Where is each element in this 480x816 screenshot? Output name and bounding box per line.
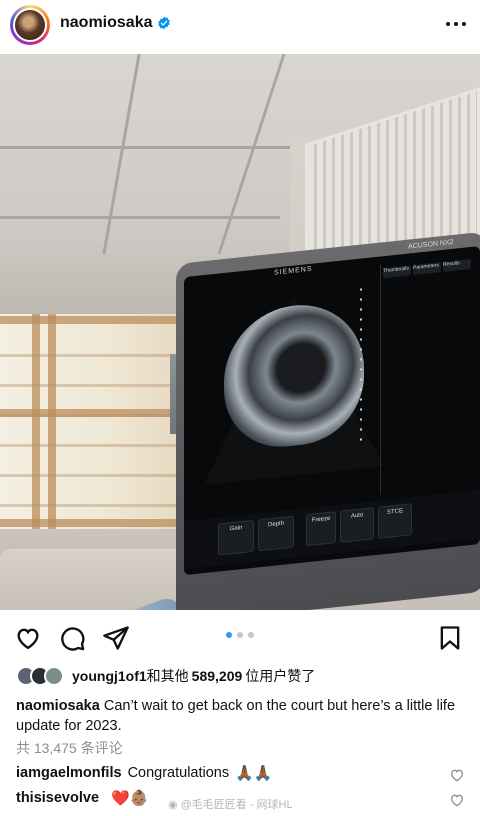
share-icon[interactable] [102, 624, 130, 652]
screen-control: Depth [258, 515, 294, 552]
ceiling-grid-line [0, 216, 280, 219]
post-header: naomiosaka [0, 0, 480, 50]
comment-like-icon[interactable] [449, 767, 465, 783]
comment-author[interactable]: thisisevolve [16, 790, 99, 806]
screen-control: STCE [378, 503, 412, 539]
liker-avatars [16, 665, 66, 687]
carousel-dot [237, 632, 243, 638]
comment-author[interactable]: iamgaelmonfils [16, 765, 122, 781]
window-frame [48, 314, 56, 529]
screen-control: Freeze [306, 511, 336, 547]
likes-text-mid: 和其他 [146, 668, 189, 684]
comment-text: Congratulations [127, 765, 230, 781]
weibo-icon: ◉ [168, 798, 178, 811]
screen-side-panel: Thumbnails Parameters Results [380, 254, 476, 495]
save-icon[interactable] [436, 624, 464, 652]
screen-control-row: Gain Depth Freeze Auto STCE [184, 490, 480, 570]
likes-summary[interactable]: youngj1of1 和其他 589,209 位用户赞了 [16, 664, 315, 688]
screen-tab: Results [443, 258, 471, 272]
depth-scale [360, 288, 362, 449]
screen-control: Auto [340, 507, 374, 543]
carousel-dot [226, 632, 232, 638]
watermark: ◉ @毛毛匠匠看 - 网球HL [168, 796, 293, 812]
post-caption: naomiosaka Can’t wait to get back on the… [16, 696, 468, 736]
ultrasound-monitor: ACUSON NX2 SIEMENS Thumbnails Parameters… [176, 231, 480, 610]
screen-control: Gain [218, 519, 254, 556]
heart-icon[interactable] [14, 624, 42, 652]
post-image[interactable]: ACUSON NX2 SIEMENS Thumbnails Parameters… [0, 54, 480, 610]
comment-emoji: ❤️👶🏽 [111, 789, 149, 807]
avatar-image [13, 8, 47, 42]
comment-emoji: 🙏🏾🙏🏾 [235, 764, 273, 782]
carousel-dot [248, 632, 254, 638]
caption-author[interactable]: naomiosaka [16, 698, 100, 714]
comment-item: iamgaelmonfils Congratulations 🙏🏾🙏🏾 [16, 764, 273, 782]
likes-text-end: 位用户赞了 [245, 668, 316, 684]
comment-item: thisisevolve ❤️👶🏽 [16, 789, 148, 807]
comment-icon[interactable] [58, 624, 86, 652]
post-author-username[interactable]: naomiosaka [60, 14, 152, 32]
likes-count[interactable]: 589,209 [192, 668, 243, 684]
screen-tab: Parameters [413, 262, 441, 276]
avatar [44, 666, 64, 686]
liker-username[interactable]: youngj1of1 [72, 668, 147, 684]
post-actions [0, 620, 480, 656]
more-options-icon[interactable] [441, 12, 471, 36]
carousel-indicator [226, 632, 254, 638]
monitor-brand: SIEMENS [274, 265, 313, 277]
profile-avatar[interactable] [10, 5, 50, 45]
verified-badge-icon [158, 16, 170, 30]
watermark-text: @毛毛匠匠看 - 网球HL [180, 799, 293, 811]
screen-tab: Thumbnails [383, 265, 411, 279]
view-all-comments-link[interactable]: 共 13,475 条评论 [16, 738, 123, 758]
ultrasound-screen: SIEMENS Thumbnails Parameters Results Ga… [184, 246, 480, 576]
comment-like-icon[interactable] [449, 792, 465, 808]
window-frame [32, 314, 40, 529]
